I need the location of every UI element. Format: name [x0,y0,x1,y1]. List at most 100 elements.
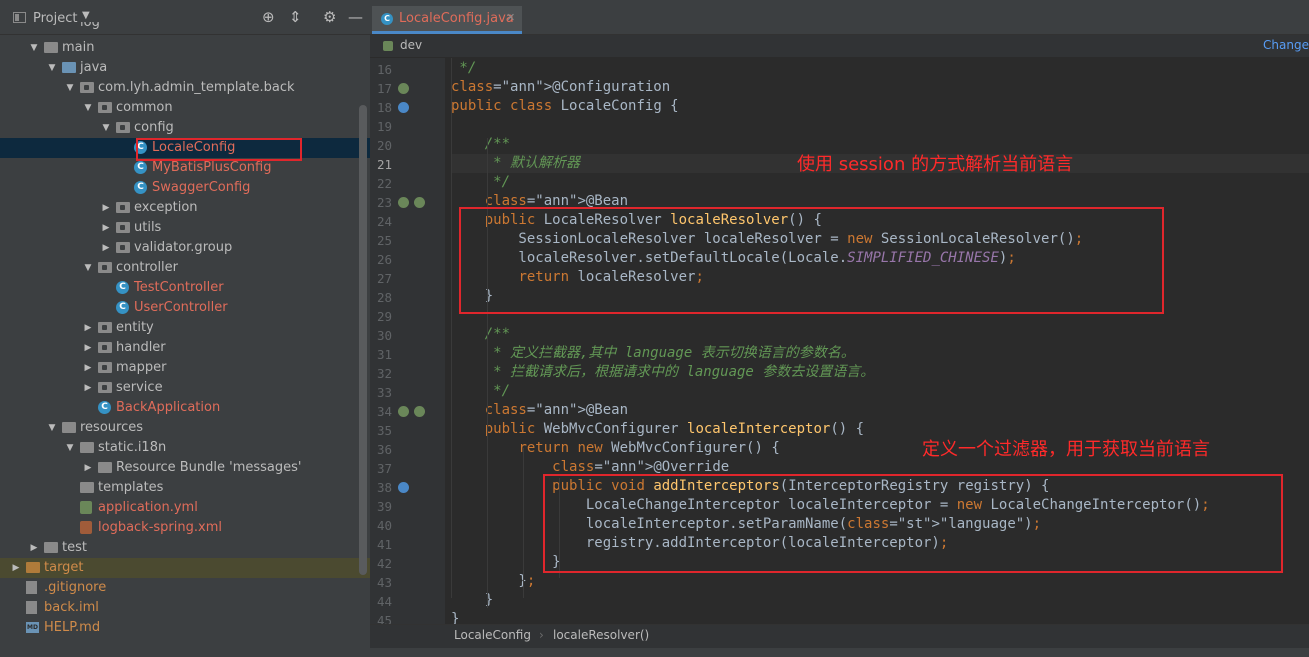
tree-item[interactable]: back.iml [0,598,370,618]
collapse-arrow-icon[interactable]: ▶ [28,538,40,558]
project-icon [13,12,26,23]
code-line: * 拦截请求后，根据请求中的 language 参数去设置语言。 [451,364,875,380]
change-link[interactable]: Change [1263,38,1309,52]
collapse-arrow-icon[interactable]: ▶ [82,338,94,358]
tree-item-label: controller [116,260,179,275]
spring-bean-icon[interactable] [414,406,425,417]
hide-panel-icon[interactable]: — [348,8,363,26]
breadcrumb-class[interactable]: LocaleConfig [454,628,531,642]
override-icon[interactable] [398,482,409,493]
tree-item[interactable]: ▼ static.i18n [0,438,370,458]
package-icon [98,362,112,373]
tree-item[interactable]: ▼ common [0,98,370,118]
tree-item[interactable]: MD HELP.md [0,618,370,638]
expand-arrow-icon[interactable]: ▼ [64,78,76,98]
expand-arrow-icon[interactable]: ▼ [100,118,112,138]
tree-item[interactable]: ▼ com.lyh.admin_template.back [0,78,370,98]
tree-item[interactable]: ▶ test [0,538,370,558]
tree-item[interactable]: ▶ mapper [0,358,370,378]
line-number: 30 [376,328,392,343]
expand-arrow-icon[interactable]: ▼ [46,418,58,438]
line-number: 19 [376,119,392,134]
tree-item[interactable]: ▼ config [0,118,370,138]
tree-item[interactable]: ▶ Resource Bundle 'messages' [0,458,370,478]
tree-item[interactable]: ▼ resources [0,418,370,438]
tree-item[interactable]: C TestController [0,278,370,298]
tree-item-label: test [62,540,87,555]
tree-item[interactable]: ▶ service [0,378,370,398]
code-line: public class LocaleConfig { [451,98,679,114]
tree-item[interactable]: C MyBatisPlusConfig [0,158,370,178]
spring-bean-icon[interactable] [414,197,425,208]
tree-item[interactable]: ▶ utils [0,218,370,238]
collapse-arrow-icon[interactable]: ▶ [82,458,94,478]
tree-item[interactable]: ▶ target [0,558,370,578]
collapse-arrow-icon[interactable]: ▶ [10,558,22,578]
line-number: 36 [376,442,392,457]
expand-arrow-icon[interactable]: ▼ [28,38,40,58]
tree-item[interactable]: ▼ main [0,38,370,58]
folder-icon [44,42,58,53]
tree-item-label: common [116,100,173,115]
project-view-selector[interactable]: Project [33,11,77,26]
line-number: 21 [376,157,392,172]
highlight-box-localeconfig [136,138,302,161]
tree-item[interactable]: ▶ validator.group [0,238,370,258]
tree-item-label: resources [80,420,144,435]
spring-bean-icon[interactable] [398,83,409,94]
close-icon[interactable]: ✕ [506,11,515,24]
tree-item[interactable]: templates [0,478,370,498]
tree-item[interactable]: C BackApplication [0,398,370,418]
annotation-session-note: 使用 session 的方式解析当前语言 [797,154,1074,175]
collapse-arrow-icon[interactable]: ▶ [100,198,112,218]
breadcrumb-method[interactable]: localeResolver() [553,628,649,642]
line-number: 34 [376,404,392,419]
spring-boot-class-icon: C [98,401,111,414]
collapse-arrow-icon[interactable]: ▶ [82,358,94,378]
spring-bean-icon[interactable] [398,197,409,208]
line-number: 20 [376,138,392,153]
file-icon [26,601,37,614]
tree-item[interactable]: ▼ controller [0,258,370,278]
chevron-down-icon[interactable]: ▼ [82,10,90,21]
tree-item-label: HELP.md [44,620,101,635]
collapse-arrow-icon[interactable]: ▶ [82,378,94,398]
tree-item-label: .gitignore [44,580,107,595]
collapse-arrow-icon[interactable]: ▶ [100,238,112,258]
expand-arrow-icon[interactable]: ▼ [46,58,58,78]
folder-icon [80,482,94,493]
locate-icon[interactable]: ⊕ [262,8,275,26]
package-icon [98,382,112,393]
gear-icon[interactable]: ⚙ [323,8,336,26]
tree-item-label: service [116,380,163,395]
tree-item[interactable]: ▶ handler [0,338,370,358]
code-line: } [451,592,494,608]
expand-arrow-icon[interactable]: ▼ [82,98,94,118]
tab-localeconfig-java[interactable]: C LocaleConfig.java ✕ [372,6,522,34]
line-number: 18 [376,100,392,115]
line-number: 41 [376,537,392,552]
tree-item[interactable]: logback-spring.xml [0,518,370,538]
expand-arrow-icon[interactable]: ▼ [82,258,94,278]
override-icon[interactable] [398,102,409,113]
tree-item[interactable]: ▶ entity [0,318,370,338]
collapse-all-icon[interactable]: ⇕ [289,8,302,26]
tree-item[interactable]: C SwaggerConfig [0,178,370,198]
tree-item[interactable]: .gitignore [0,578,370,598]
collapse-arrow-icon[interactable]: ▶ [100,218,112,238]
expand-arrow-icon[interactable]: ▼ [64,438,76,458]
project-scrollbar[interactable] [359,105,367,575]
breadcrumb: LocaleConfig › localeResolver() [370,624,1309,649]
collapse-arrow-icon[interactable]: ▶ [82,318,94,338]
code-line: }; [451,573,536,589]
tree-item[interactable]: ▼ java [0,58,370,78]
branch-label[interactable]: dev [400,38,422,52]
code-line: class="ann">@Configuration [451,79,671,95]
line-number: 29 [376,309,392,324]
tree-item[interactable]: application.yml [0,498,370,518]
code-line: */ [451,383,511,399]
tree-item[interactable]: ▶ exception [0,198,370,218]
line-number: 31 [376,347,392,362]
tree-item[interactable]: C UserController [0,298,370,318]
spring-bean-icon[interactable] [398,406,409,417]
